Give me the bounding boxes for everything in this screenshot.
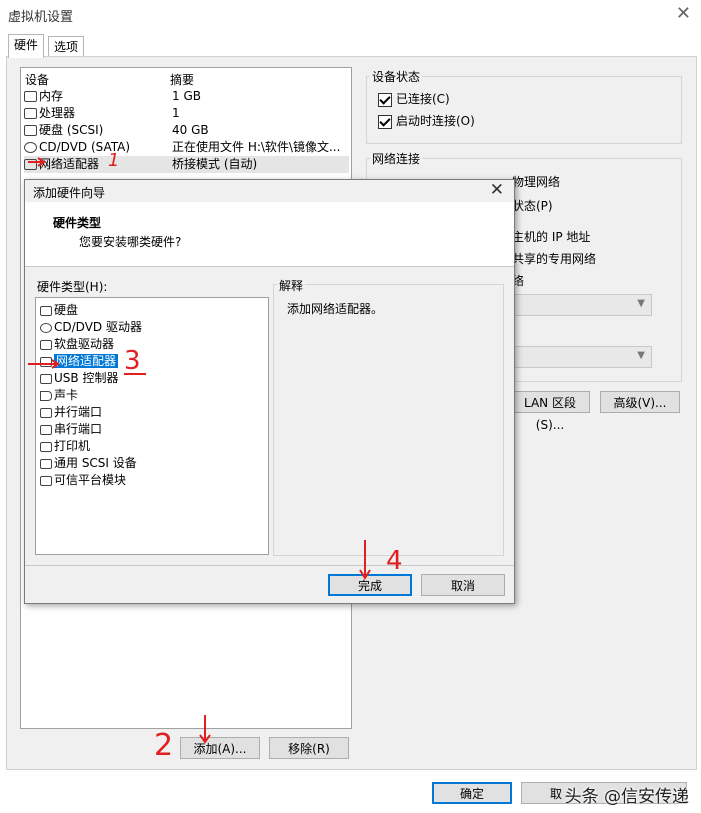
arrow-annotation-2 bbox=[199, 715, 211, 744]
arrow-annotation-4 bbox=[359, 540, 371, 580]
annotation-overlay bbox=[28, 157, 371, 744]
arrow-annotation-3 bbox=[28, 359, 60, 369]
watermark: 头条 @信安传递 bbox=[564, 787, 689, 807]
annotation-number-3: 3 bbox=[124, 346, 141, 376]
annotation-number-2: 2 bbox=[154, 728, 174, 763]
annotation-number-1: 1 bbox=[108, 150, 120, 171]
annotation-number-4: 4 bbox=[386, 546, 403, 576]
arrow-annotation-1 bbox=[28, 157, 46, 167]
tab-hardware[interactable]: 硬件 bbox=[8, 34, 45, 58]
